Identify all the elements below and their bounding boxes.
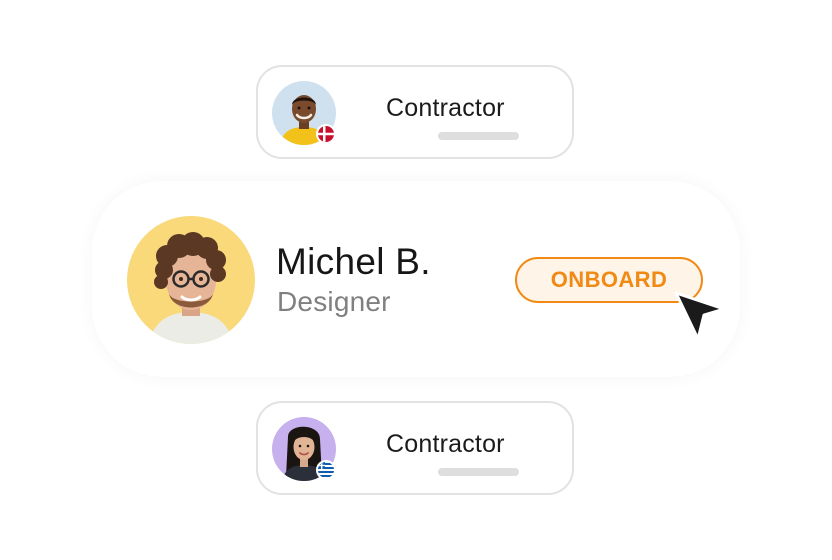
contractor-card-bottom[interactable]: Contractor bbox=[256, 401, 574, 495]
role-label: Contractor bbox=[386, 430, 505, 458]
designer-portrait-icon bbox=[149, 232, 233, 344]
role-label: Contractor bbox=[386, 94, 505, 122]
placeholder-bar bbox=[438, 468, 519, 476]
profile-role: Designer bbox=[277, 286, 391, 317]
profile-avatar bbox=[127, 216, 255, 344]
placeholder-bar bbox=[438, 132, 519, 140]
profile-name: Michel B. bbox=[276, 241, 431, 282]
mouse-pointer-icon bbox=[674, 291, 726, 341]
contractor-card-top[interactable]: Contractor bbox=[256, 65, 574, 159]
denmark-flag-icon bbox=[316, 124, 336, 144]
greece-flag-icon bbox=[316, 460, 336, 480]
stage: Contractor Michel B. Designer ONBOARD Co… bbox=[0, 0, 832, 560]
